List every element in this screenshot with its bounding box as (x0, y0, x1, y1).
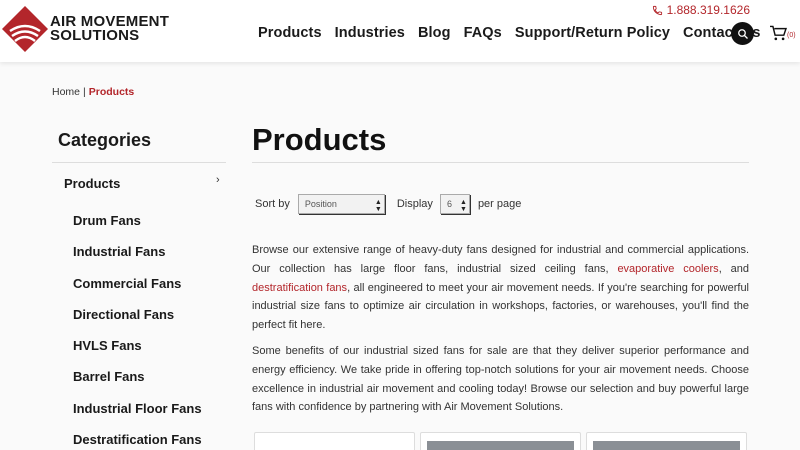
nav-blog[interactable]: Blog (418, 25, 451, 41)
category-directional-fans[interactable]: Directional Fans (73, 307, 202, 338)
phone-icon (652, 5, 662, 15)
category-drum-fans[interactable]: Drum Fans (73, 213, 202, 244)
breadcrumb: Home | Products (52, 86, 134, 98)
intro-paragraph: Browse our extensive range of heavy-duty… (252, 241, 749, 335)
evaporative-coolers-link[interactable]: evaporative coolers (617, 263, 718, 275)
cart-button[interactable]: (0) (769, 25, 796, 41)
destratification-fans-link[interactable]: destratification fans (252, 282, 347, 294)
categories-divider (52, 162, 226, 163)
sort-value: Position (304, 199, 337, 209)
title-divider (252, 162, 749, 163)
category-destratification-fans[interactable]: Destratification Fans (73, 432, 202, 450)
brand-name[interactable]: AIR MOVEMENT SOLUTIONS (50, 14, 169, 44)
breadcrumb-separator: | (83, 86, 86, 98)
display-select[interactable]: 6 ▲ ▼ (439, 194, 470, 214)
search-button[interactable] (731, 22, 754, 45)
display-value: 6 (446, 199, 452, 209)
main-nav: Products Industries Blog FAQs Support/Re… (258, 25, 761, 41)
search-icon (737, 28, 748, 39)
site-header: AIR MOVEMENT SOLUTIONS 1.888.319.1626 Pr… (0, 0, 800, 62)
nav-faqs[interactable]: FAQs (464, 25, 502, 41)
product-card[interactable] (254, 432, 415, 450)
display-label: Display (396, 198, 433, 210)
categories-title: Categories (58, 130, 152, 150)
category-industrial-fans[interactable]: Industrial Fans (73, 244, 202, 275)
sort-select[interactable]: Position ▲ ▼ (297, 194, 385, 214)
product-card[interactable] (586, 432, 747, 450)
select-arrow-icon: ▲ ▼ (460, 199, 467, 213)
brand-logo[interactable] (2, 6, 48, 52)
nav-industries[interactable]: Industries (335, 25, 405, 41)
intro-text-b: , and (718, 262, 750, 275)
product-image[interactable] (427, 441, 574, 450)
brand-line-2: SOLUTIONS (50, 26, 140, 44)
category-list: Drum Fans Industrial Fans Commercial Fan… (73, 213, 202, 450)
benefits-paragraph: Some benefits of our industrial sized fa… (252, 345, 749, 414)
select-arrow-icon: ▲ ▼ (374, 199, 382, 213)
category-industrial-floor-fans[interactable]: Industrial Floor Fans (73, 401, 202, 432)
phone-number: 1.888.319.1626 (666, 3, 750, 17)
category-hvls-fans[interactable]: HVLS Fans (73, 338, 202, 369)
category-parent-products[interactable]: Products (64, 176, 120, 191)
category-commercial-fans[interactable]: Commercial Fans (73, 276, 202, 307)
breadcrumb-home[interactable]: Home (52, 86, 80, 98)
category-barrel-fans[interactable]: Barrel Fans (73, 369, 202, 400)
chevron-right-icon[interactable]: › (216, 174, 220, 186)
product-toolbar: Sort by Position ▲ ▼ Display 6 ▲ ▼ per pag… (255, 194, 521, 214)
sort-label: Sort by (255, 198, 290, 210)
page-title: Products (252, 122, 387, 157)
phone-link[interactable]: 1.888.319.1626 (652, 3, 750, 17)
nav-support-return-policy[interactable]: Support/Return Policy (515, 25, 670, 41)
product-card[interactable] (420, 432, 581, 450)
cart-count: (0) (787, 32, 796, 39)
nav-products[interactable]: Products (258, 25, 322, 41)
per-page-label: per page (477, 198, 522, 210)
breadcrumb-current: Products (88, 86, 135, 98)
product-image[interactable] (593, 441, 740, 450)
cart-icon (770, 25, 787, 41)
